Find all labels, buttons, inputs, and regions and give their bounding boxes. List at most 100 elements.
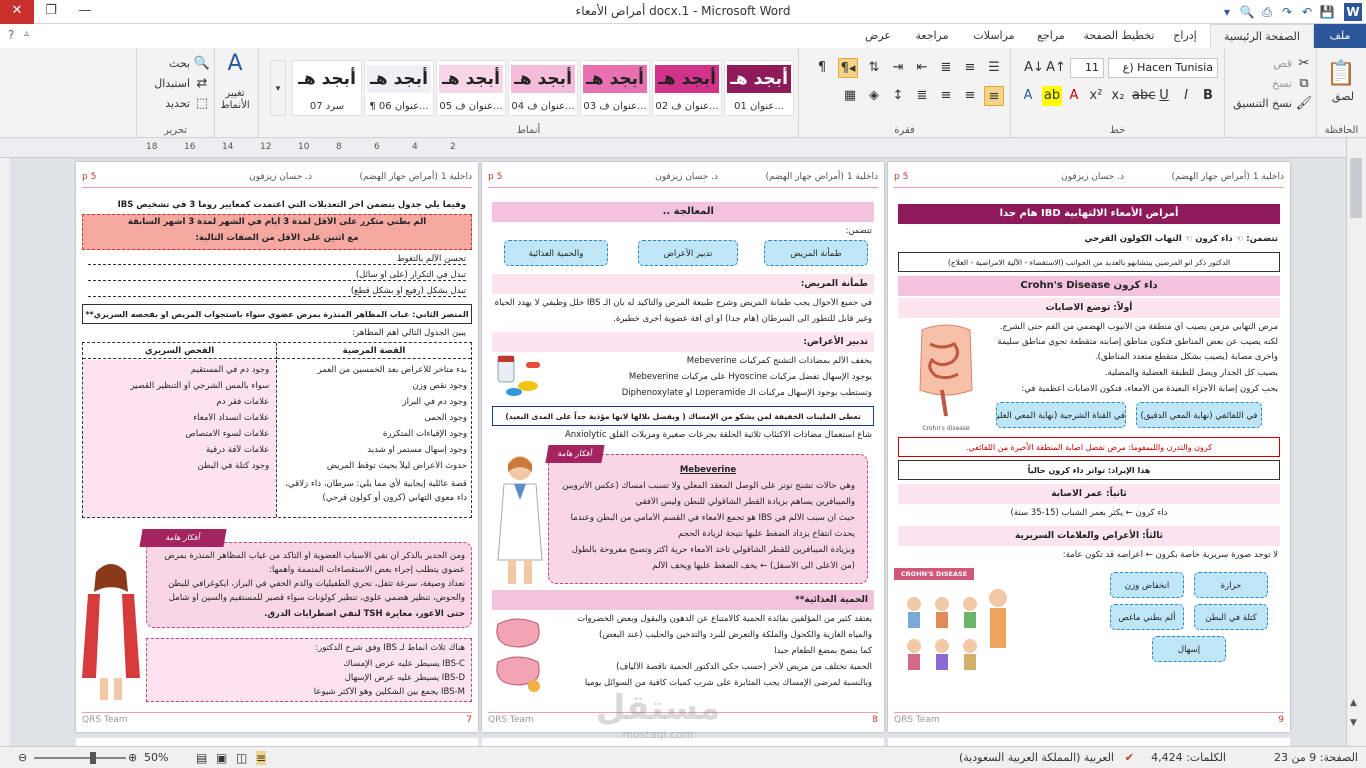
shading-icon[interactable]: ◈	[864, 86, 884, 106]
subscript-icon[interactable]: x₂	[1108, 86, 1128, 106]
tab-review[interactable]: مراجعة	[902, 24, 962, 48]
styles-group-label: أنماط	[516, 125, 541, 136]
word-count[interactable]: الكلمات: 4,424	[1151, 751, 1226, 764]
grow-font-icon[interactable]: A↑	[1046, 58, 1066, 78]
increase-indent-icon[interactable]: ⇥	[888, 58, 908, 78]
rtl-pilcrow-icon[interactable]: ¶◂	[838, 58, 858, 78]
language-status[interactable]: العربية (المملكة العربية السعودية)	[959, 751, 1114, 764]
customize-qat-icon[interactable]: ▾	[1218, 3, 1236, 21]
print-icon[interactable]: ⎙	[1258, 3, 1276, 21]
align-left-icon[interactable]: ≡	[936, 86, 956, 106]
close-button[interactable]: ✕	[0, 0, 34, 24]
tab-file[interactable]: ملف	[1314, 24, 1366, 48]
watermark-url: mostaql.com	[622, 728, 694, 741]
proofing-icon[interactable]: ✔	[1125, 751, 1134, 764]
select-icon[interactable]: ⬚	[192, 94, 212, 114]
print-layout-icon[interactable]: ▤	[196, 751, 207, 765]
show-formatting-icon[interactable]: ¶	[812, 58, 832, 78]
style-item-03[interactable]: أبجد هـ 03 عنوان ف...	[580, 60, 650, 116]
page-8[interactable]: داخلية 1 (أمراض جهاز الهضم) د. حسان زيزف…	[482, 162, 884, 732]
borders-icon[interactable]: ▦	[840, 86, 860, 106]
style-item-01[interactable]: أبجد هـ 01 عنوان...	[724, 60, 794, 116]
change-styles[interactable]: A تغيير الأنماط	[214, 48, 258, 138]
bullets-icon[interactable]: ☰	[984, 58, 1004, 78]
symptom-4: شاع استعمال مضادات الاكتئاب ثلاثية الحلق…	[564, 430, 872, 440]
paste-icon[interactable]: 📋	[1326, 56, 1356, 90]
style-item-05[interactable]: أبجد هـ 05 عنوان ف...	[436, 60, 506, 116]
tab-view[interactable]: عرض	[856, 24, 900, 48]
web-layout-icon[interactable]: ◫	[236, 751, 247, 765]
change-styles-icon[interactable]: A	[222, 53, 248, 82]
select-label[interactable]: تحديد	[165, 97, 190, 110]
tab-mailings[interactable]: مراسلات	[964, 24, 1024, 48]
format-painter-icon[interactable]: 🖌	[1294, 94, 1314, 114]
find-label[interactable]: بحث	[169, 57, 190, 70]
minimize-button[interactable]: —	[68, 0, 102, 24]
copy-icon[interactable]: ⧉	[1294, 74, 1314, 94]
sort-icon[interactable]: ⇅	[864, 58, 884, 78]
replace-label[interactable]: استبدال	[154, 77, 190, 90]
style-item-07[interactable]: أبجد هـ 07 سرد	[292, 60, 362, 116]
zoom-out-icon[interactable]: ⊖	[18, 751, 27, 764]
bold-icon[interactable]: B	[1198, 86, 1218, 106]
underline-icon[interactable]: U	[1154, 86, 1174, 106]
highlight-icon[interactable]: ab	[1042, 86, 1062, 106]
zoom-slider-thumb[interactable]	[90, 752, 96, 764]
page-count[interactable]: الصفحة: 9 من 23	[1274, 751, 1358, 764]
style-item-02[interactable]: أبجد هـ 02 عنوان ف...	[652, 60, 722, 116]
change-styles-label[interactable]: تغيير الأنماط	[216, 88, 254, 112]
horizontal-ruler[interactable]: 2 4 6 8 10 12 14 16 18 L	[0, 138, 1366, 292]
format-painter-label[interactable]: نسخ التنسيق	[1233, 97, 1292, 110]
align-center-icon[interactable]: ≡	[960, 86, 980, 106]
tab-references[interactable]: مراجع	[1026, 24, 1076, 48]
multilevel-list-icon[interactable]: ≣	[936, 58, 956, 78]
italic-icon[interactable]: I	[1176, 86, 1196, 106]
decrease-indent-icon[interactable]: ⇤	[912, 58, 932, 78]
page-9[interactable]: داخلية 1 (أمراض جهاز الهضم) د. حسان زيزف…	[888, 162, 1290, 732]
collapse-ribbon-icon[interactable]: ▵	[24, 28, 29, 39]
vertical-scrollbar[interactable]: ▲ ▼	[1346, 138, 1366, 746]
style-item-04[interactable]: أبجد هـ 04 عنوان ف...	[508, 60, 578, 116]
prev-page-icon[interactable]: ▲	[1350, 698, 1357, 708]
styles-scroll-icon[interactable]: ▾	[270, 60, 286, 116]
find-icon[interactable]: 🔍	[192, 54, 212, 74]
zoom-slider[interactable]	[34, 757, 126, 759]
restore-button[interactable]: ❐	[34, 0, 68, 24]
draft-icon[interactable]: ≡	[256, 751, 267, 765]
font-name-select[interactable]: Hacen Tunisia (ع	[1108, 58, 1218, 78]
style-item-06[interactable]: أبجد هـ ¶ 06 عنوان...	[364, 60, 434, 116]
scroll-thumb[interactable]	[1350, 158, 1362, 218]
line-spacing-icon[interactable]: ↕	[888, 86, 908, 106]
save-icon[interactable]: 💾	[1318, 3, 1336, 21]
cut-label[interactable]: قص	[1273, 57, 1292, 70]
replace-icon[interactable]: ⇄	[192, 74, 212, 94]
paste-label[interactable]: لصق	[1332, 90, 1354, 103]
numbering-icon[interactable]: ≡	[960, 58, 980, 78]
redo-icon[interactable]: ↷	[1278, 3, 1296, 21]
header-course: داخلية 1 (أمراض جهاز الهضم)	[765, 172, 878, 182]
align-right-icon[interactable]: ≡	[984, 86, 1004, 106]
style-preview: أبجد هـ	[655, 65, 719, 93]
zoom-level[interactable]: 50%	[144, 751, 168, 764]
justify-icon[interactable]: ≣	[912, 86, 932, 106]
zoom-in-icon[interactable]: ⊕	[128, 751, 137, 764]
copy-label[interactable]: نسخ	[1272, 77, 1292, 90]
undo-icon[interactable]: ↶	[1298, 3, 1316, 21]
shrink-font-icon[interactable]: A↓	[1024, 58, 1044, 78]
style-preview: أبجد هـ	[727, 65, 791, 93]
cut-icon[interactable]: ✂	[1294, 54, 1314, 74]
strikethrough-icon[interactable]: abc	[1132, 86, 1155, 106]
font-size-select[interactable]: 11	[1070, 58, 1104, 78]
next-page-icon[interactable]: ▼	[1350, 718, 1357, 728]
text-effects-icon[interactable]: A	[1018, 86, 1038, 106]
page-7[interactable]: داخلية 1 (أمراض جهاز الهضم) د. حسان زيزف…	[76, 162, 478, 732]
help-icon[interactable]: ?	[8, 28, 14, 42]
superscript-icon[interactable]: x²	[1086, 86, 1106, 106]
tab-page-layout[interactable]: تخطيط الصفحة	[1078, 24, 1160, 48]
editing-group-label: تحرير	[163, 125, 188, 136]
preview-icon[interactable]: 🔍	[1238, 3, 1256, 21]
font-color-icon[interactable]: A	[1064, 86, 1084, 106]
full-screen-icon[interactable]: ▣	[216, 751, 227, 765]
tab-insert[interactable]: إدراج	[1162, 24, 1208, 48]
tab-home[interactable]: الصفحة الرئيسية	[1210, 24, 1314, 48]
